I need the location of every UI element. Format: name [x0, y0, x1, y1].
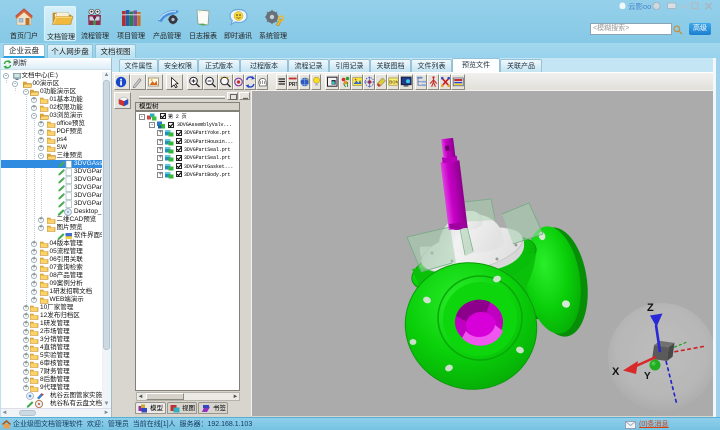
svg-text:PRT: PRT — [289, 82, 297, 88]
svg-text:云影oo: 云影oo — [628, 1, 651, 11]
svg-text:Y: Y — [644, 371, 651, 382]
svg-text:BOM: BOM — [389, 80, 398, 85]
svg-text:X: X — [612, 366, 620, 378]
svg-text:Z: Z — [647, 302, 654, 314]
